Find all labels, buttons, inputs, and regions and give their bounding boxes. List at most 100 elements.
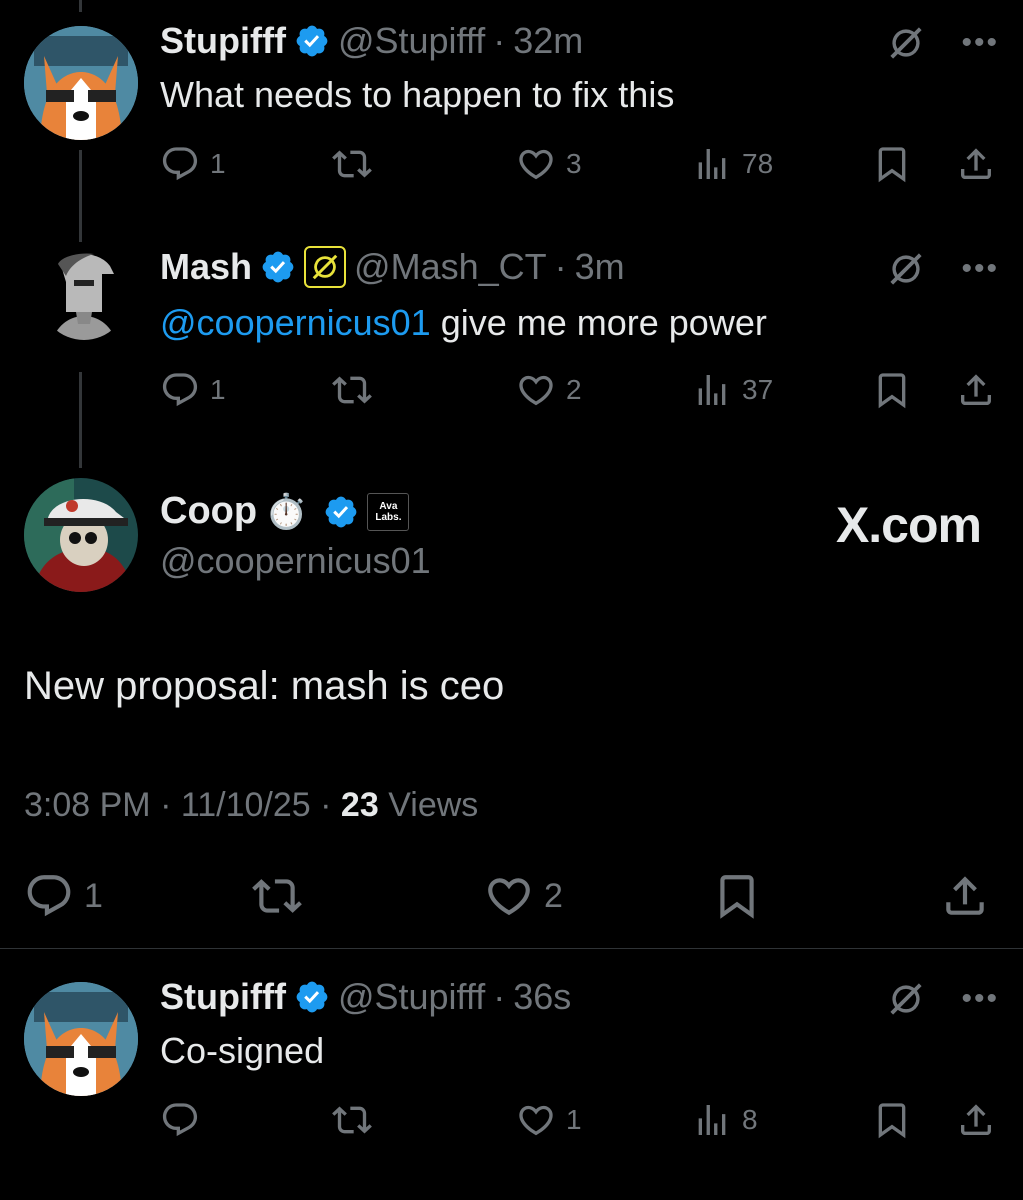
more-options-icon[interactable]: ••• xyxy=(961,252,999,286)
x-com-watermark: X.com xyxy=(835,497,982,553)
main-tweet-text: New proposal: mash is ceo xyxy=(24,664,505,708)
reply-button[interactable]: 1 xyxy=(24,870,103,922)
reply-button[interactable]: 1 xyxy=(160,368,226,412)
share-button[interactable] xyxy=(940,870,990,922)
bookmark-button[interactable] xyxy=(712,870,762,922)
separator-dot: · xyxy=(160,786,181,824)
retweet-icon xyxy=(332,144,372,184)
main-author-name[interactable]: Coop xyxy=(160,490,257,533)
share-icon xyxy=(956,370,996,410)
post-date[interactable]: 11/10/25 xyxy=(181,786,311,824)
tweet-top-right: ••• xyxy=(887,24,999,62)
views-icon xyxy=(692,144,732,184)
like-count: 1 xyxy=(566,1104,582,1135)
more-options-icon[interactable]: ••• xyxy=(961,26,999,60)
like-button[interactable]: 3 xyxy=(516,142,582,186)
share-button[interactable] xyxy=(956,368,996,412)
ava-labs-badge-icon[interactable]: Ava Labs. xyxy=(367,492,410,531)
like-button[interactable]: 2 xyxy=(484,870,563,922)
separator-dot: · xyxy=(493,976,506,1017)
retweet-button[interactable] xyxy=(332,1098,372,1142)
share-button[interactable] xyxy=(956,142,996,186)
retweet-button[interactable] xyxy=(252,870,302,922)
tweet-text: What needs to happen to fix this xyxy=(160,74,675,115)
tweet-text: @coopernicus01 give me more power xyxy=(160,302,767,344)
bookmark-icon xyxy=(872,370,912,410)
author-handle[interactable]: @Stupifff xyxy=(338,976,485,1018)
author-name[interactable]: Stupifff xyxy=(160,20,286,62)
reply-icon xyxy=(160,144,200,184)
author-handle[interactable]: @Mash_CT xyxy=(354,246,547,288)
views-button[interactable]: 37 xyxy=(692,368,773,412)
stopwatch-emoji-icon: ⏱️ xyxy=(265,492,308,531)
tweet-text: Co-signed xyxy=(160,1030,325,1071)
reply-button[interactable]: 1 xyxy=(160,142,226,186)
heart-icon xyxy=(484,871,534,921)
skull-cap-avatar[interactable] xyxy=(24,478,138,592)
reply-icon xyxy=(160,370,200,410)
views-icon xyxy=(692,370,732,410)
tweet-mash[interactable]: Mash @Mash_CT · 3m ••• @coopernicus01 gi… xyxy=(0,240,1023,460)
author-handle[interactable]: @Stupifff xyxy=(338,20,485,62)
bookmark-button[interactable] xyxy=(872,1098,912,1142)
views-button[interactable]: 78 xyxy=(692,142,773,186)
tweet-actions: 1 2 37 xyxy=(160,368,1000,412)
views-label: Views xyxy=(388,786,479,824)
retweet-icon xyxy=(252,871,302,921)
retweet-button[interactable] xyxy=(332,368,372,412)
like-count: 3 xyxy=(566,148,582,179)
grok-icon[interactable] xyxy=(887,250,925,288)
tweet-stupifff-1[interactable]: Stupifff @Stupifff · 32m ••• What needs … xyxy=(0,0,1023,220)
heart-icon xyxy=(516,1100,556,1140)
views-count: 78 xyxy=(742,148,774,179)
verified-badge-icon xyxy=(260,249,296,285)
reply-button[interactable] xyxy=(160,1098,210,1142)
corgi-avatar[interactable] xyxy=(24,982,138,1096)
views-button[interactable]: 8 xyxy=(692,1098,758,1142)
views-count: 23 xyxy=(340,786,379,824)
author-name[interactable]: Stupifff xyxy=(160,976,286,1018)
post-time[interactable]: 3:08 PM xyxy=(24,786,151,824)
bookmark-button[interactable] xyxy=(872,368,912,412)
tweet-top-right: ••• xyxy=(887,250,999,288)
like-count: 2 xyxy=(566,374,582,405)
grok-icon[interactable] xyxy=(887,24,925,62)
tweet-text-rest: give me more power xyxy=(430,302,767,343)
bookmark-icon xyxy=(872,1100,912,1140)
main-author-handle[interactable]: @coopernicus01 xyxy=(160,540,431,582)
bookmark-button[interactable] xyxy=(872,142,912,186)
corgi-avatar[interactable] xyxy=(24,26,138,140)
share-icon xyxy=(956,144,996,184)
views-count: 8 xyxy=(742,1104,758,1135)
tweet-top-right: ••• xyxy=(887,980,999,1018)
timestamp[interactable]: 36s xyxy=(513,976,571,1018)
separator-dot: · xyxy=(554,246,567,287)
retweet-button[interactable] xyxy=(332,142,372,186)
retweet-icon xyxy=(332,370,372,410)
like-button[interactable]: 1 xyxy=(516,1098,582,1142)
more-options-icon[interactable]: ••• xyxy=(961,982,999,1016)
spartan-helmet-avatar[interactable] xyxy=(40,252,128,340)
grok-icon[interactable] xyxy=(887,980,925,1018)
verified-badge-icon xyxy=(294,23,330,59)
timestamp[interactable]: 3m xyxy=(575,246,625,288)
views-count: 37 xyxy=(742,374,774,405)
tweet-actions: 1 8 xyxy=(160,1098,1000,1142)
reply-count: 1 xyxy=(210,148,226,179)
bookmark-icon xyxy=(872,144,912,184)
bookmark-icon xyxy=(712,871,762,921)
mention-link[interactable]: @coopernicus01 xyxy=(160,302,431,343)
tweet-header: Mash @Mash_CT · 3m xyxy=(160,246,625,288)
separator-dot: · xyxy=(320,786,341,824)
ava-labs-badge-text: Ava Labs. xyxy=(375,500,402,523)
share-icon xyxy=(940,871,990,921)
like-count: 2 xyxy=(544,876,563,915)
share-button[interactable] xyxy=(956,1098,996,1142)
verified-badge-icon xyxy=(294,979,330,1015)
author-name[interactable]: Mash xyxy=(160,246,252,288)
tweet-stupifff-reply[interactable]: Stupifff @Stupifff · 36s ••• Co-signed 1… xyxy=(0,958,1023,1200)
reply-icon xyxy=(160,1100,200,1140)
timestamp[interactable]: 32m xyxy=(513,20,583,62)
like-button[interactable]: 2 xyxy=(516,368,582,412)
tweet-header: Stupifff @Stupifff · 32m xyxy=(160,20,583,62)
